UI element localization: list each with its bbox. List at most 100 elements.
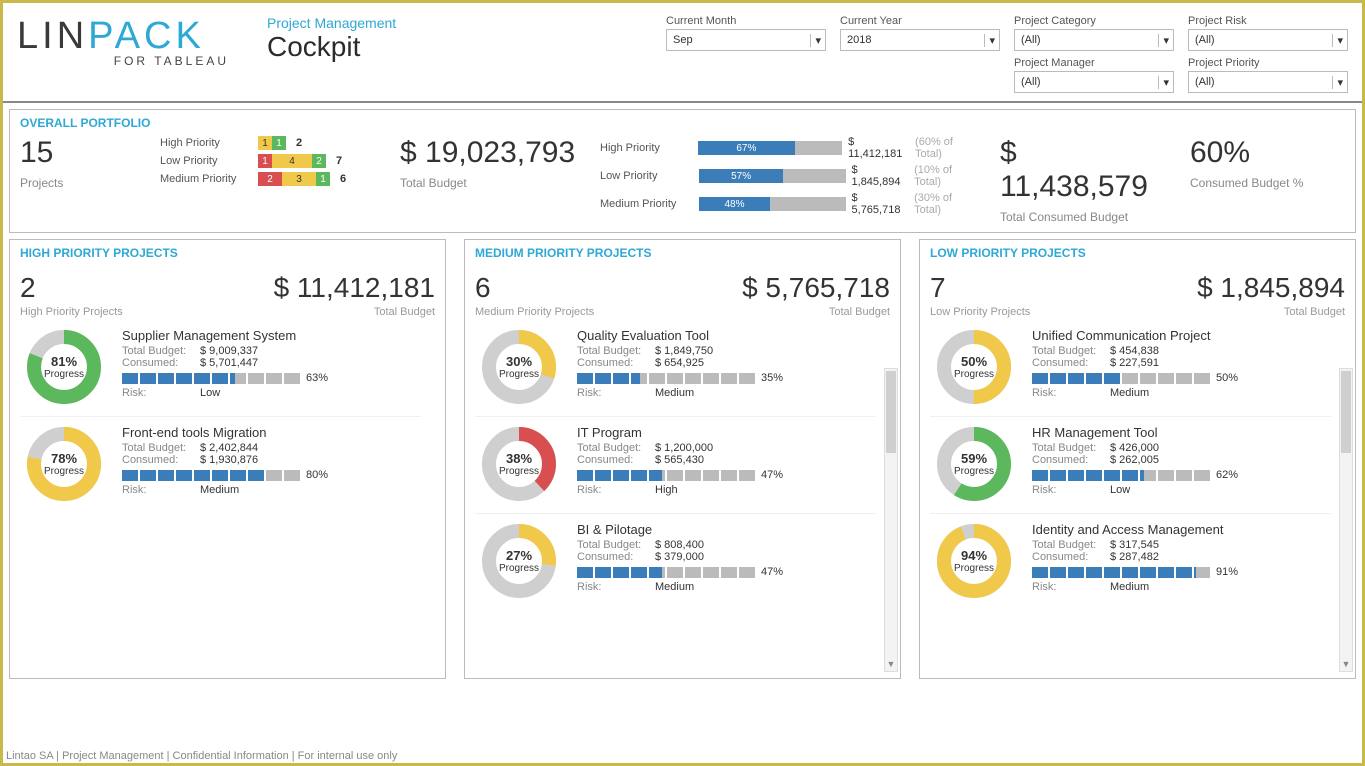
progress-donut: 38%Progress xyxy=(475,425,563,503)
consumed-pct: 47% xyxy=(761,566,783,578)
project-card: 30%ProgressQuality Evaluation ToolTotal … xyxy=(475,328,876,406)
project-risk: Medium xyxy=(200,484,239,496)
project-total-budget: $ 426,000 xyxy=(1110,442,1159,454)
project-total-budget: $ 2,402,844 xyxy=(200,442,258,454)
overall-portfolio-panel: OVERALL PORTFOLIO 15 Projects High Prior… xyxy=(9,109,1356,233)
consumed-pct: 47% xyxy=(761,469,783,481)
filter-value: Sep xyxy=(673,34,693,46)
consumed-bar xyxy=(122,373,302,384)
total-budget-value: $ 19,023,793 xyxy=(400,136,580,170)
consumed-bar xyxy=(577,373,757,384)
priority-column: HIGH PRIORITY PROJECTS2$ 11,412,181High … xyxy=(9,239,446,679)
column-count-label: Medium Priority Projects xyxy=(475,306,594,318)
column-count: 2 xyxy=(20,272,36,304)
filter-label: Current Year xyxy=(840,15,1000,27)
scrollbar[interactable]: ▲▼ xyxy=(1339,368,1353,672)
consumed-bar xyxy=(1032,470,1212,481)
filter-dropdown[interactable]: 2018▾ xyxy=(840,29,1000,51)
filter-label: Current Month xyxy=(666,15,826,27)
chevron-down-icon: ▾ xyxy=(984,34,995,47)
progress-donut: 27%Progress xyxy=(475,522,563,600)
consumed-bar: 48% xyxy=(699,197,845,211)
filter-label: Project Category xyxy=(1014,15,1174,27)
filter-dropdown[interactable]: (All) ▾ xyxy=(1188,29,1348,51)
project-risk: Low xyxy=(200,387,220,399)
project-total-budget: $ 317,545 xyxy=(1110,539,1159,551)
total-consumed-label: Total Consumed Budget xyxy=(1000,210,1170,224)
project-list: 30%ProgressQuality Evaluation ToolTotal … xyxy=(475,328,890,628)
progress-donut: 81%Progress xyxy=(20,328,108,406)
title-block: Project Management Cockpit xyxy=(267,15,396,63)
priority-total: 7 xyxy=(336,155,342,167)
consumed-bar xyxy=(577,470,757,481)
project-name: Unified Communication Project xyxy=(1032,328,1331,343)
project-consumed: $ 1,930,876 xyxy=(200,454,258,466)
priority-stacked-bar: 231 xyxy=(258,172,330,186)
project-consumed: $ 379,000 xyxy=(655,551,704,563)
column-title: MEDIUM PRIORITY PROJECTS xyxy=(475,246,890,260)
filter-dropdown[interactable]: (All) ▾ xyxy=(1014,71,1174,93)
project-card: 50%ProgressUnified Communication Project… xyxy=(930,328,1331,406)
consumed-pct: 80% xyxy=(306,469,328,481)
project-consumed: $ 565,430 xyxy=(655,454,704,466)
column-title: LOW PRIORITY PROJECTS xyxy=(930,246,1345,260)
overall-title: OVERALL PORTFOLIO xyxy=(20,116,1345,130)
priority-columns: HIGH PRIORITY PROJECTS2$ 11,412,181High … xyxy=(3,239,1362,685)
consumed-priority-name: High Priority xyxy=(600,142,692,154)
consumed-pct: 50% xyxy=(1216,372,1238,384)
column-count-label: High Priority Projects xyxy=(20,306,123,318)
consumed-pct: 91% xyxy=(1216,566,1238,578)
chevron-down-icon: ▾ xyxy=(1158,34,1169,47)
project-consumed: $ 654,925 xyxy=(655,357,704,369)
project-risk: Medium xyxy=(1110,387,1149,399)
project-risk: Medium xyxy=(655,387,694,399)
filter-value: (All) xyxy=(1021,34,1041,46)
consumed-pct: 35% xyxy=(761,372,783,384)
logo: LINPACK FOR TABLEAU xyxy=(17,15,257,68)
filter-dropdown[interactable]: (All)▾ xyxy=(1188,71,1348,93)
consumed-share: (10% of Total) xyxy=(914,164,980,188)
scroll-down-icon[interactable]: ▼ xyxy=(1340,657,1352,671)
priority-total: 6 xyxy=(340,173,346,185)
scrollbar[interactable]: ▲▼ xyxy=(884,368,898,672)
total-budget-label: Total Budget xyxy=(400,176,580,190)
project-total-budget: $ 1,849,750 xyxy=(655,345,713,357)
consumed-by-priority: High Priority67%$ 11,412,181 (60% of Tot… xyxy=(600,136,980,216)
chevron-down-icon: ▾ xyxy=(1332,34,1343,47)
filter-value: (All) xyxy=(1021,76,1041,88)
column-count-label: Low Priority Projects xyxy=(930,306,1030,318)
chevron-down-icon: ▾ xyxy=(1332,76,1343,89)
priority-total: 2 xyxy=(296,137,302,149)
project-card: 27%ProgressBI & PilotageTotal Budget:$ 8… xyxy=(475,513,876,600)
chevron-down-icon: ▾ xyxy=(1158,76,1169,89)
project-card: 94%ProgressIdentity and Access Managemen… xyxy=(930,513,1331,600)
consumed-bar: 57% xyxy=(699,169,845,183)
scroll-thumb[interactable] xyxy=(886,371,896,453)
project-list: 50%ProgressUnified Communication Project… xyxy=(930,328,1345,628)
consumed-bar: 67% xyxy=(698,141,842,155)
column-budget-label: Total Budget xyxy=(374,306,435,318)
title-section: Project Management xyxy=(267,15,396,31)
project-consumed: $ 5,701,447 xyxy=(200,357,258,369)
consumed-share: (30% of Total) xyxy=(914,192,980,216)
logo-part1: LIN xyxy=(17,15,88,57)
consumed-pct-label: Consumed Budget % xyxy=(1190,176,1330,190)
filter-dropdown[interactable]: Sep▾ xyxy=(666,29,826,51)
project-total-budget: $ 454,838 xyxy=(1110,345,1159,357)
project-name: Front-end tools Migration xyxy=(122,425,421,440)
priority-column: LOW PRIORITY PROJECTS7$ 1,845,894Low Pri… xyxy=(919,239,1356,679)
priority-name: Low Priority xyxy=(160,155,252,167)
filter-dropdown[interactable]: (All) ▾ xyxy=(1014,29,1174,51)
project-risk: High xyxy=(655,484,678,496)
filter-value: (All) xyxy=(1195,34,1215,46)
project-total-budget: $ 808,400 xyxy=(655,539,704,551)
consumed-bar xyxy=(1032,567,1212,578)
scroll-thumb[interactable] xyxy=(1341,371,1351,453)
project-total-budget: $ 9,009,337 xyxy=(200,345,258,357)
consumed-amount: $ 11,412,181 xyxy=(848,136,909,160)
project-consumed: $ 262,005 xyxy=(1110,454,1159,466)
column-title: HIGH PRIORITY PROJECTS xyxy=(20,246,435,260)
column-budget: $ 5,765,718 xyxy=(742,272,890,304)
scroll-down-icon[interactable]: ▼ xyxy=(885,657,897,671)
consumed-priority-name: Low Priority xyxy=(600,170,693,182)
